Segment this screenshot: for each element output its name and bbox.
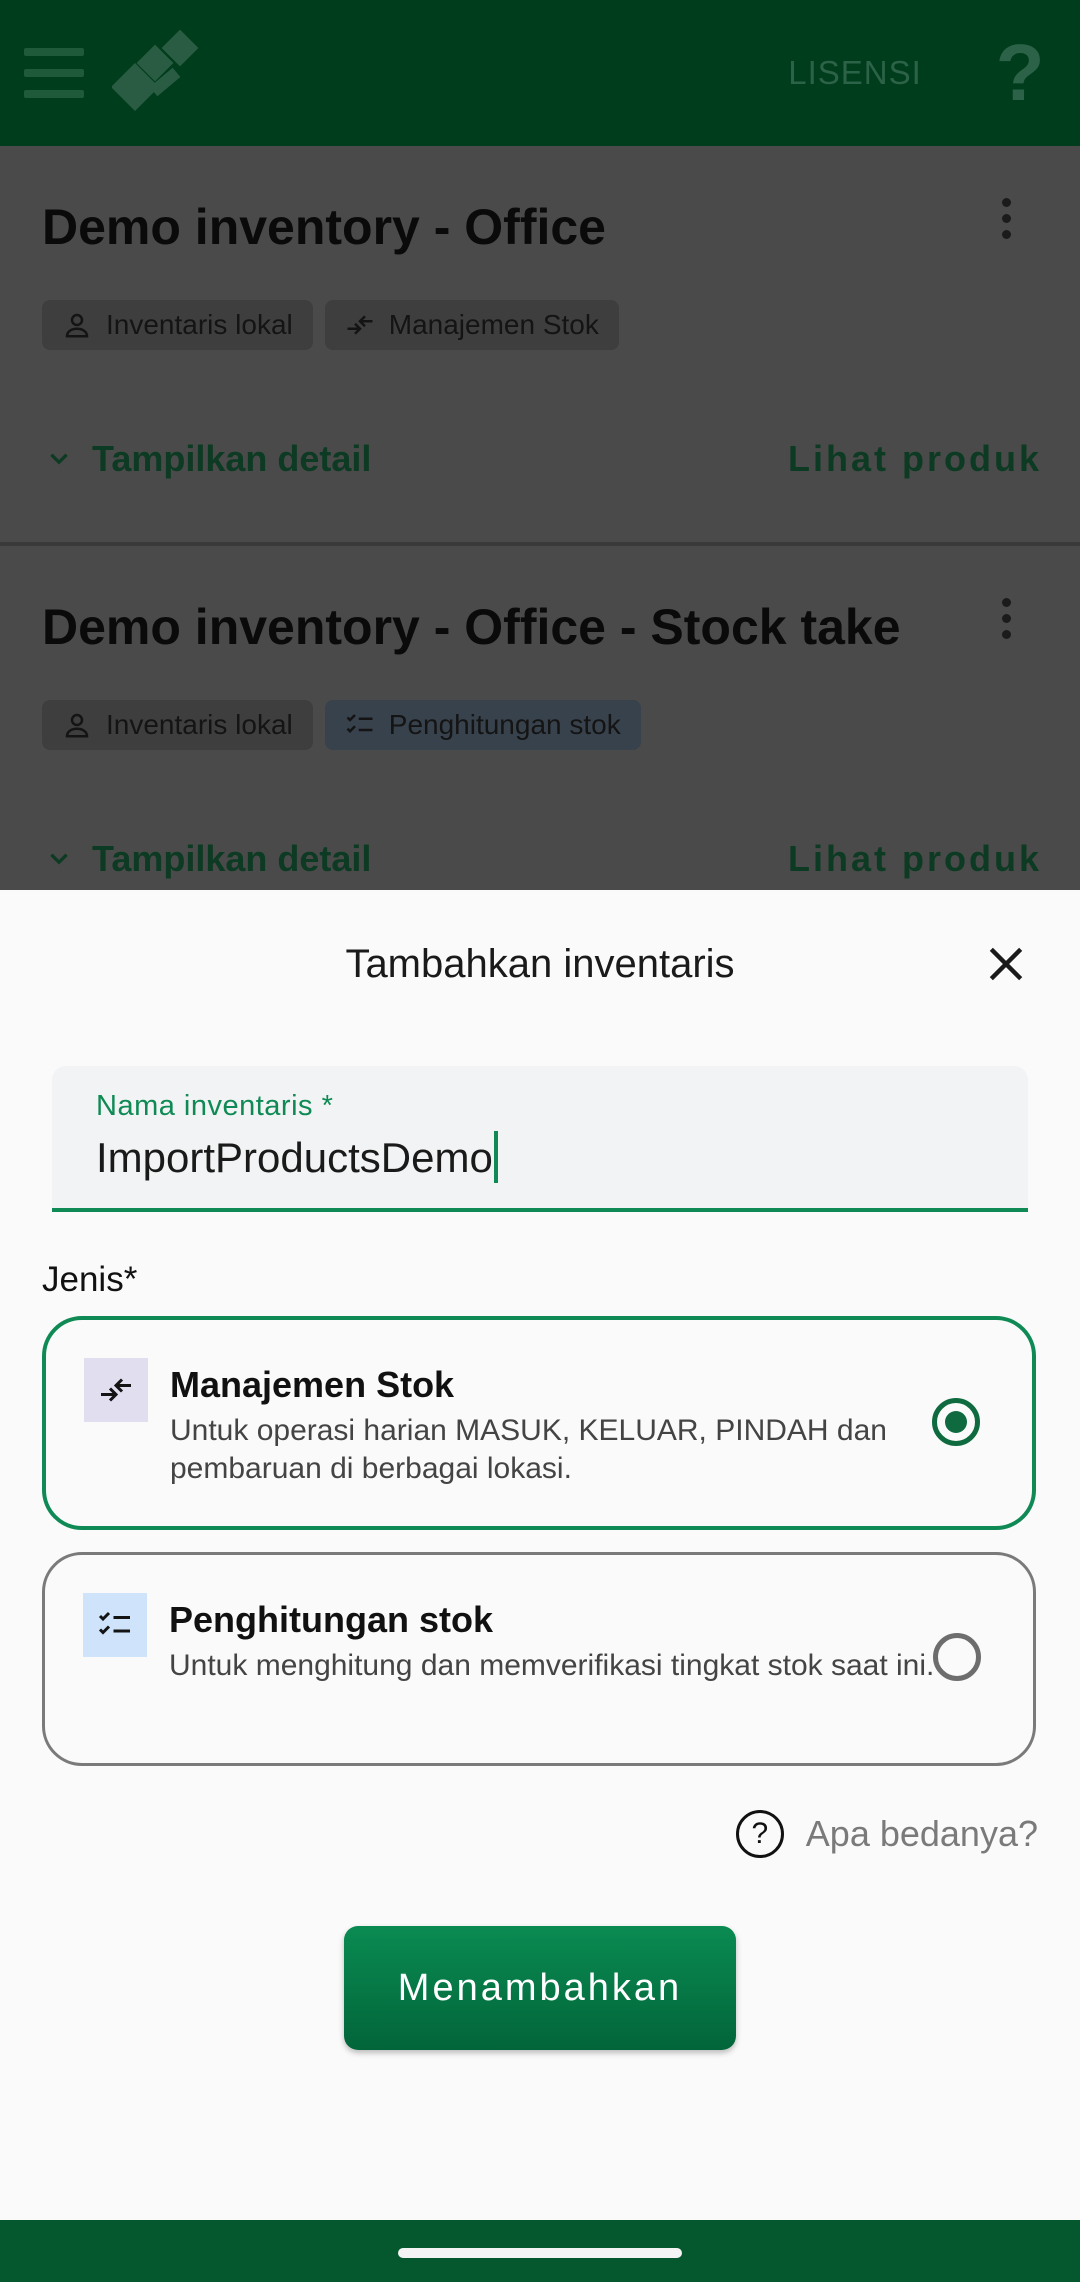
inventory-name-label: Nama inventaris * <box>96 1090 334 1122</box>
option-description: Untuk menghitung dan memverifikasi tingk… <box>169 1649 935 1682</box>
system-nav-bar <box>0 2220 1080 2282</box>
chevron-down-icon <box>50 453 68 465</box>
option-stock-management[interactable]: Manajemen Stok Untuk operasi harian MASU… <box>42 1316 1036 1530</box>
close-icon[interactable] <box>984 942 1028 986</box>
option-icon-box <box>83 1593 147 1657</box>
chip-label: Inventaris lokal <box>106 709 293 740</box>
inventory-title: Demo inventory - Office <box>42 199 606 255</box>
help-icon[interactable]: ? <box>990 28 1050 118</box>
type-label: Jenis* <box>42 1260 138 1299</box>
show-details-link[interactable]: Tampilkan detail <box>46 838 371 880</box>
inventory-chips: Inventaris lokal Penghitungan stok <box>42 700 641 750</box>
text-cursor <box>493 1130 498 1183</box>
stock-management-icon <box>347 315 373 335</box>
app-bar: LISENSI ? <box>0 0 1080 146</box>
hamburger-icon[interactable] <box>24 48 84 98</box>
option-title: Penghitungan stok <box>169 1599 493 1640</box>
more-options-icon[interactable] <box>1000 198 1012 242</box>
inventory-name-field[interactable]: Nama inventaris * ImportProductsDemo <box>52 1066 1028 1212</box>
license-button[interactable]: LISENSI <box>770 50 940 96</box>
view-products-button[interactable]: Lihat produk <box>788 838 1042 880</box>
inventory-name-value: ImportProductsDemo <box>96 1134 493 1181</box>
stock-management-icon <box>101 1378 131 1402</box>
option-title: Manajemen Stok <box>170 1364 455 1405</box>
radio-unselected[interactable] <box>933 1633 981 1681</box>
show-details-label: Tampilkan detail <box>92 838 372 879</box>
chip-label: Penghitungan stok <box>388 709 621 740</box>
chevron-down-icon <box>50 853 68 865</box>
inventory-title: Demo inventory - Office - Stock take <box>42 599 901 655</box>
chip-local-inventory: Inventaris lokal <box>42 700 313 750</box>
difference-help-label: Apa bedanya? <box>805 1813 1038 1854</box>
add-inventory-sheet: Tambahkan inventaris Nama inventaris * I… <box>0 890 1080 2220</box>
more-options-icon[interactable] <box>1000 598 1012 642</box>
chip-label: Inventaris lokal <box>106 309 293 340</box>
show-details-label: Tampilkan detail <box>92 438 372 479</box>
inventory-name-input[interactable]: ImportProductsDemo <box>96 1130 498 1183</box>
sheet-title: Tambahkan inventaris <box>345 942 735 986</box>
inventory-card[interactable]: Demo inventory - Office - Stock take Inv… <box>0 546 1080 892</box>
inventory-chips: Inventaris lokal Manajemen Stok <box>42 300 619 350</box>
view-products-button[interactable]: Lihat produk <box>788 438 1042 480</box>
chip-local-inventory: Inventaris lokal <box>42 300 313 350</box>
option-icon-box <box>84 1358 148 1422</box>
show-details-link[interactable]: Tampilkan detail <box>46 438 371 480</box>
checklist-icon <box>346 714 373 734</box>
chip-label: Manajemen Stok <box>388 309 599 340</box>
difference-help-link[interactable]: ? Apa bedanya? <box>735 1810 1038 1858</box>
add-button[interactable]: Menambahkan <box>344 1926 736 2050</box>
chip-stock-take: Penghitungan stok <box>324 700 641 750</box>
checklist-icon <box>98 1611 130 1635</box>
home-gesture-handle[interactable] <box>398 2248 682 2258</box>
option-description: Untuk operasi harian MASUK, KELUAR, PIND… <box>170 1414 887 1485</box>
question-icon: ? <box>735 1810 784 1858</box>
person-icon <box>65 313 89 338</box>
chip-stock-management: Manajemen Stok <box>324 300 619 350</box>
radio-selected[interactable] <box>932 1398 980 1446</box>
inventory-card[interactable]: Demo inventory - Office Inventaris lokal… <box>0 146 1080 550</box>
option-stock-take[interactable]: Penghitungan stok Untuk menghitung dan m… <box>42 1552 1036 1766</box>
person-icon <box>65 713 89 738</box>
app-logo <box>112 30 199 112</box>
